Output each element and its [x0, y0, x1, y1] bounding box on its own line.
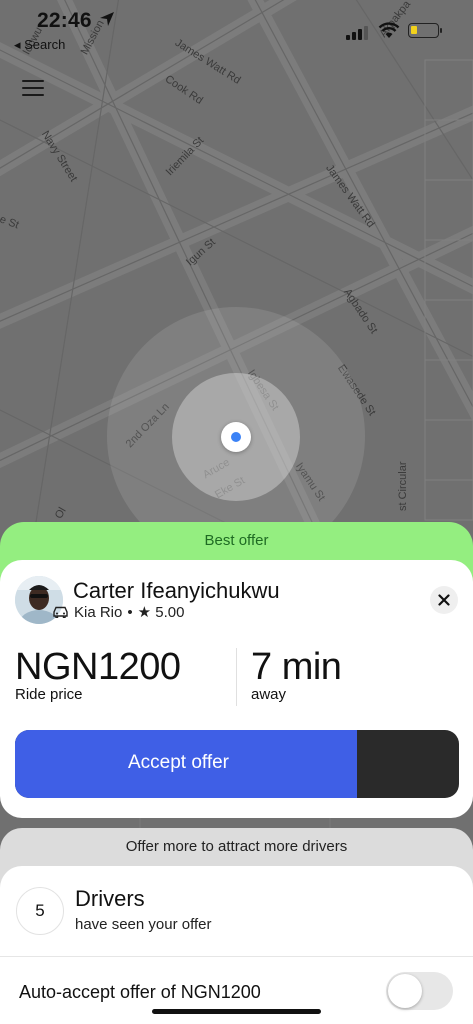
toggle-knob — [388, 974, 422, 1008]
cellular-signal-icon — [346, 26, 368, 40]
wifi-icon — [378, 22, 400, 38]
driver-name: Carter Ifeanyichukwu — [73, 578, 280, 603]
auto-accept-label: Auto-accept offer of NGN1200 — [19, 982, 261, 1002]
status-time: 22:46 — [37, 9, 92, 32]
battery-icon — [408, 23, 442, 38]
battery-level — [411, 26, 417, 34]
car-icon — [53, 606, 68, 618]
divider — [236, 648, 237, 706]
eta-value: 7 min — [251, 646, 342, 688]
status-bar: 22:46 ◂ Search — [0, 0, 473, 60]
attract-drivers-label[interactable]: Offer more to attract more drivers — [0, 838, 473, 855]
driver-rating: ★ 5.00 — [137, 604, 185, 621]
ride-price-label: Ride price — [15, 686, 83, 703]
street-label: st Circular — [397, 461, 409, 511]
drivers-count-badge: 5 — [16, 887, 64, 935]
accept-offer-button[interactable]: Accept offer — [15, 730, 459, 798]
drivers-subtitle: have seen your offer — [75, 916, 212, 933]
home-indicator — [152, 1009, 321, 1014]
back-to-search-link[interactable]: ◂ Search — [14, 37, 65, 53]
car-info: Kia Rio • ★ 5.00 — [52, 603, 184, 621]
close-icon[interactable] — [430, 586, 458, 614]
ride-price: NGN1200 — [15, 646, 181, 688]
accept-offer-label: Accept offer — [127, 752, 230, 773]
drivers-title: Drivers — [75, 886, 145, 911]
current-location-pin — [221, 422, 251, 452]
divider — [0, 956, 473, 957]
eta-label: away — [251, 686, 287, 703]
hamburger-menu-icon[interactable] — [22, 80, 44, 98]
auto-accept-toggle[interactable] — [386, 972, 453, 1010]
location-arrow-icon — [100, 12, 114, 26]
best-offer-label: Best offer — [204, 532, 269, 549]
info-separator: • — [127, 603, 133, 621]
car-model: Kia Rio — [74, 603, 123, 621]
